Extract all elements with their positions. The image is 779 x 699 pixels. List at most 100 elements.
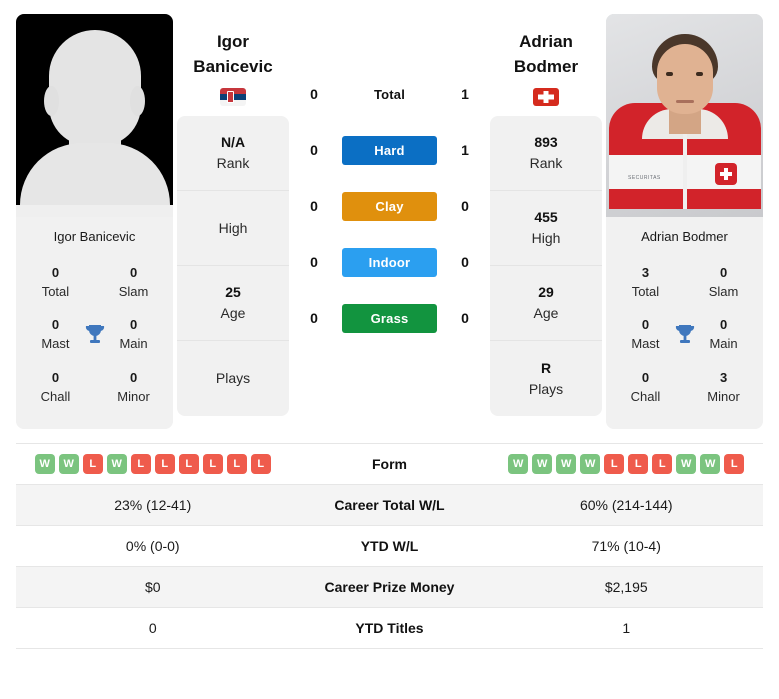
trophy-row: 0 Total 0 Slam — [20, 256, 169, 308]
trophy-icon — [671, 323, 698, 347]
trophy-label: Main — [119, 336, 148, 352]
surface-row-clay: 0 Clay 0 — [299, 178, 480, 234]
trophy-icon — [81, 323, 108, 347]
form-badge-loss: L — [154, 454, 175, 475]
player-comparison-page: Igor Banicevic 0 Total 0 Slam 0 Mast 0 M… — [0, 0, 779, 699]
left-player-info-card: N/A Rank High 25 Age Plays — [177, 116, 289, 417]
stats-row-ytd-titles: 0 YTD Titles 1 — [16, 608, 763, 650]
trophy-label: Main — [709, 336, 738, 352]
info-cell-plays: Plays — [177, 341, 289, 416]
info-label: Plays — [215, 370, 251, 387]
right-player-name: Adrian Bodmer — [490, 14, 602, 79]
surface-right-count: 0 — [461, 310, 469, 326]
trophy-value: 0 — [51, 317, 60, 333]
stats-row-form: WWLWLLLLLL Form WWWWLLLWWL — [16, 444, 763, 486]
info-cell-high: High — [177, 191, 289, 267]
trophy-value: 0 — [129, 265, 138, 280]
right-player-last-name: Bodmer — [513, 56, 579, 76]
trophy-value: 0 — [641, 369, 650, 385]
info-label: Age — [533, 305, 559, 322]
info-label: High — [531, 230, 561, 247]
right-player-card[interactable]: SECURITAS Adrian Bodmer 3 Total 0 Slam 0… — [606, 14, 763, 430]
trophy-stat-main: 0 Main — [698, 316, 749, 352]
form-badge-loss: L — [724, 454, 745, 475]
right-player-info-column: Adrian Bodmer 893 Rank 455 High 29 Age R… — [486, 14, 606, 417]
form-badge-win: W — [34, 454, 55, 475]
trophy-value: 0 — [719, 265, 728, 280]
surface-label-indoor[interactable]: Indoor — [342, 247, 437, 277]
trophy-row: 0 Chall 0 Minor — [20, 361, 169, 413]
trophy-label: Slam — [708, 283, 739, 299]
stats-label-career-prize-money: Career Prize Money — [324, 579, 455, 596]
left-career-total-wl: 23% (12-41) — [114, 497, 192, 514]
trophy-value: 0 — [129, 317, 138, 333]
form-badge-loss: L — [628, 454, 649, 475]
surface-row-grass: 0 Grass 0 — [299, 290, 480, 346]
left-player-name: Igor Banicevic — [177, 14, 289, 79]
info-value: 893 — [534, 134, 558, 151]
trophy-label: Minor — [707, 388, 740, 404]
info-value: 25 — [225, 284, 241, 301]
info-label: Rank — [529, 155, 563, 172]
comparison-stats-table: WWLWLLLLLL Form WWWWLLLWWL 23% (12-41) C… — [16, 443, 763, 650]
stats-label-form: Form — [372, 456, 407, 473]
left-player-card[interactable]: Igor Banicevic 0 Total 0 Slam 0 Mast 0 M… — [16, 14, 173, 430]
form-badge-win: W — [556, 454, 577, 475]
trophy-stat-main: 0 Main — [108, 316, 159, 352]
left-player-column: Igor Banicevic 0 Total 0 Slam 0 Mast 0 M… — [16, 14, 173, 430]
form-badge-loss: L — [652, 454, 673, 475]
trophy-label: Total — [41, 283, 70, 299]
info-cell-plays: R Plays — [490, 341, 602, 416]
surface-right-count: 0 — [461, 198, 469, 214]
form-badge-loss: L — [604, 454, 625, 475]
trophy-stat-total: 3 Total — [620, 264, 671, 300]
form-badge-win: W — [580, 454, 601, 475]
stats-row-career-total-wl: 23% (12-41) Career Total W/L 60% (214-14… — [16, 485, 763, 527]
surface-left-count: 0 — [310, 310, 318, 326]
surface-label-clay[interactable]: Clay — [342, 191, 437, 221]
jacket-swiss-emblem-icon — [715, 163, 737, 185]
stats-row-career-prize-money: $0 Career Prize Money $2,195 — [16, 567, 763, 609]
info-value: N/A — [220, 134, 246, 151]
trophy-value: 3 — [641, 265, 650, 280]
info-cell-high: 455 High — [490, 191, 602, 267]
trophy-row: 0 Mast 0 Main — [610, 308, 759, 360]
trophy-row: 0 Mast 0 Main — [20, 308, 169, 360]
surface-left-count: 0 — [310, 142, 318, 158]
trophy-label: Mast — [631, 336, 660, 352]
right-career-prize-money: $2,195 — [604, 579, 648, 596]
left-player-photo-caption: Igor Banicevic — [16, 217, 173, 256]
trophy-stat-total: 0 Total — [30, 264, 81, 300]
trophy-label: Chall — [40, 388, 71, 404]
trophy-label: Mast — [41, 336, 70, 352]
form-badge-win: W — [58, 454, 79, 475]
left-player-flag-wrap — [177, 88, 289, 107]
info-value: 29 — [538, 284, 554, 301]
trophy-value: 0 — [129, 369, 138, 385]
info-value: 455 — [534, 209, 558, 226]
surface-row-total: 0 Total 1 — [299, 66, 480, 122]
form-badge-loss: L — [202, 454, 223, 475]
right-career-total-wl: 60% (214-144) — [579, 497, 673, 514]
form-badge-win: W — [532, 454, 553, 475]
surface-label-total: Total — [373, 86, 406, 102]
trophy-value: 0 — [641, 317, 650, 333]
trophy-label: Total — [631, 283, 660, 299]
surface-left-count: 0 — [310, 86, 318, 102]
left-ytd-wl: 0% (0-0) — [125, 538, 180, 555]
surface-right-count: 1 — [461, 142, 469, 158]
form-badge-loss: L — [130, 454, 151, 475]
left-player-info-column: Igor Banicevic N/A Rank High 25 Age Play… — [173, 14, 293, 417]
surface-label-grass[interactable]: Grass — [342, 303, 437, 333]
left-form-cell: WWLWLLLLLL — [16, 446, 290, 482]
trophy-value: 0 — [51, 265, 60, 280]
trophy-stat-mast: 0 Mast — [620, 316, 671, 352]
right-player-photo: SECURITAS — [606, 14, 763, 217]
left-player-last-name: Banicevic — [193, 56, 273, 76]
trophy-stat-slam: 0 Slam — [698, 264, 749, 300]
right-ytd-titles: 1 — [622, 620, 631, 637]
info-label: Age — [220, 305, 246, 322]
trophy-label: Chall — [630, 388, 661, 404]
surface-label-hard[interactable]: Hard — [342, 135, 437, 165]
form-badge-loss: L — [82, 454, 103, 475]
